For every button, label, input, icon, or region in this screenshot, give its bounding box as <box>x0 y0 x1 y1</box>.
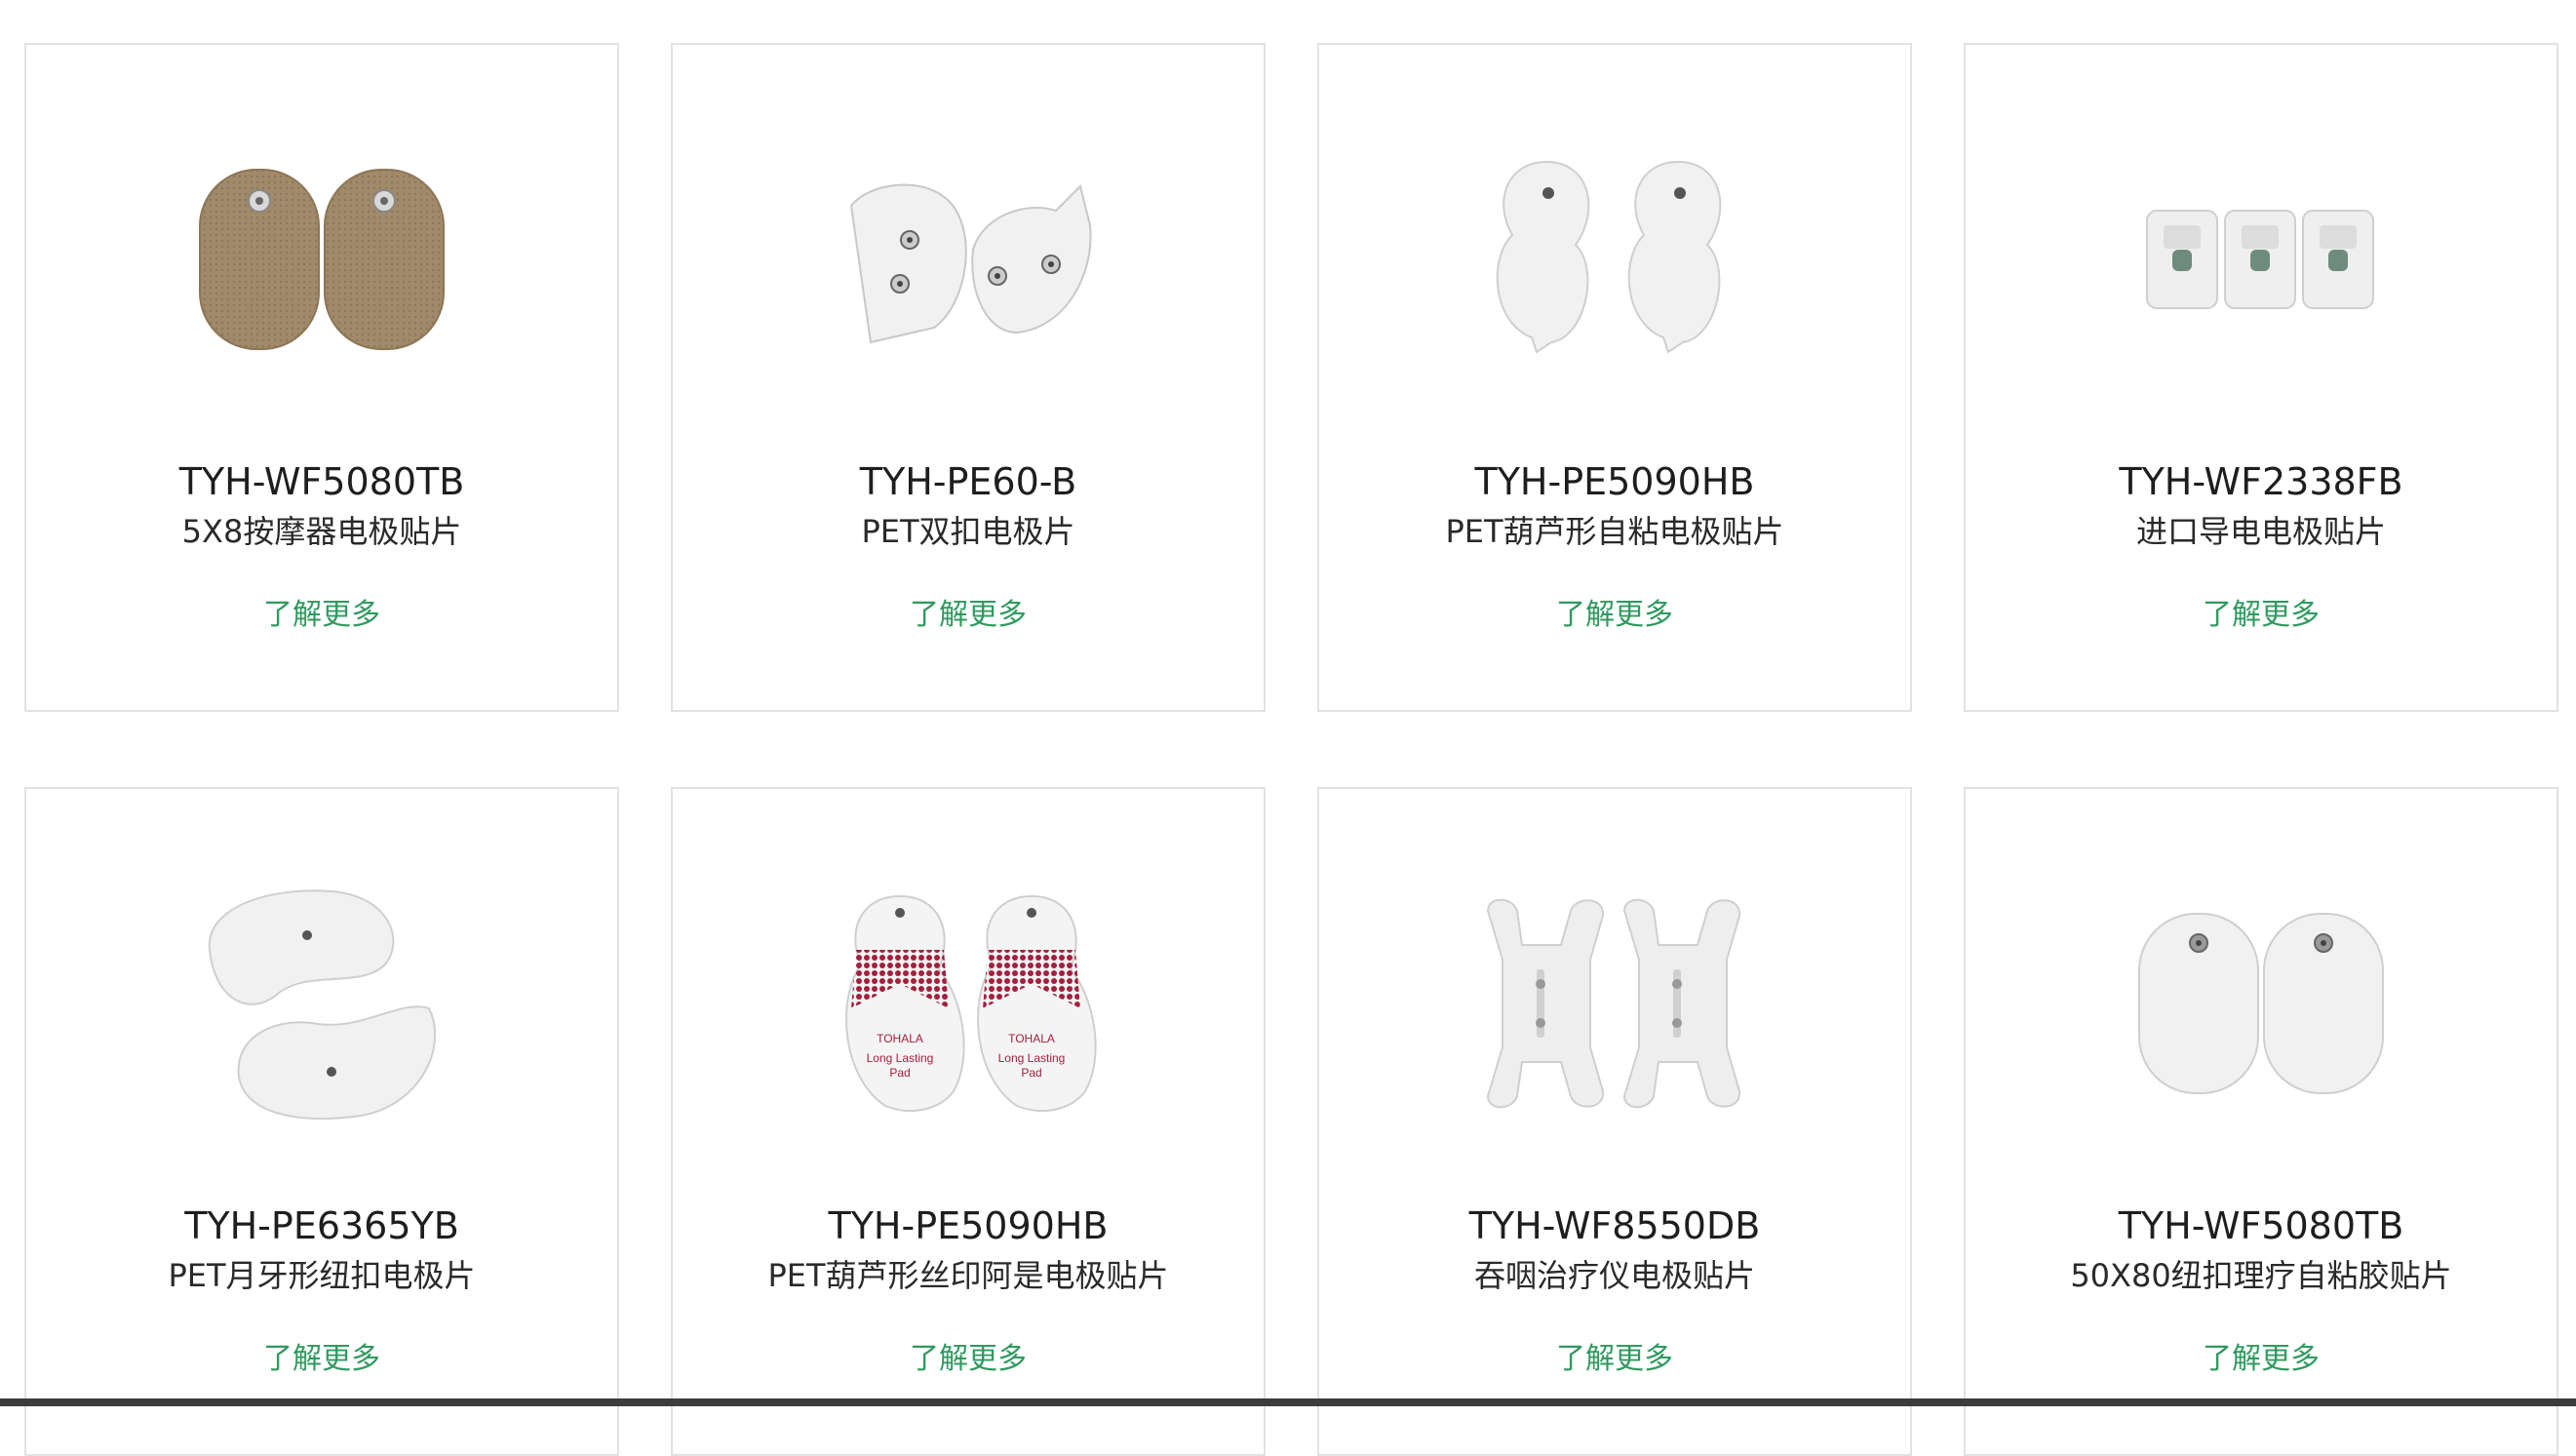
product-description: 进口导电电极贴片 <box>2135 513 2386 550</box>
pad-print-line: Long Lasting <box>998 1051 1066 1065</box>
product-card[interactable]: TYH-PE5090HB PET葫芦形自粘电极贴片 了解更多 <box>1317 43 1912 712</box>
learn-more-link[interactable]: 了解更多 <box>673 1340 1264 1379</box>
product-description: 50X80纽扣理疗自粘胶贴片 <box>2070 1257 2452 1294</box>
pad-print-brand: TOHALA <box>877 1032 923 1045</box>
learn-more-link[interactable]: 了解更多 <box>673 596 1264 635</box>
learn-more-link[interactable]: 了解更多 <box>1319 596 1910 635</box>
learn-more-link[interactable]: 了解更多 <box>1966 596 2556 635</box>
product-description: PET葫芦形自粘电极贴片 <box>1445 513 1784 550</box>
product-image[interactable] <box>26 789 617 1218</box>
bottom-bar <box>0 1398 2576 1406</box>
product-card[interactable]: TYH-WF8550DB 吞咽治疗仪电极贴片 了解更多 <box>1317 787 1912 1456</box>
product-model[interactable]: TYH-PE6365YB <box>26 1203 617 1248</box>
product-card[interactable]: TYH-WF2338FB 进口导电电极贴片 了解更多 <box>1964 43 2558 712</box>
product-model[interactable]: TYH-WF5080TB <box>1966 1203 2556 1248</box>
product-model[interactable]: TYH-PE60-B <box>673 459 1264 504</box>
product-image[interactable] <box>673 45 1264 474</box>
learn-more-link[interactable]: 了解更多 <box>1966 1340 2556 1379</box>
product-image[interactable] <box>1966 45 2556 474</box>
product-card[interactable]: TYH-WF5080TB 50X80纽扣理疗自粘胶贴片 了解更多 <box>1964 787 2558 1456</box>
product-image[interactable]: TOHALA Long Lasting Pad TOHALA Long Last… <box>673 789 1264 1218</box>
pad-print-brand: TOHALA <box>1008 1032 1055 1045</box>
product-image[interactable] <box>26 45 617 474</box>
pad-print-line: Pad <box>889 1066 910 1080</box>
learn-more-link[interactable]: 了解更多 <box>26 596 617 635</box>
product-card[interactable]: TYH-WF5080TB 5X8按摩器电极贴片 了解更多 <box>24 43 619 712</box>
product-card[interactable]: TYH-PE60-B PET双扣电极片 了解更多 <box>671 43 1266 712</box>
pad-print-line: Pad <box>1021 1066 1041 1080</box>
product-image[interactable] <box>1966 789 2556 1218</box>
product-description: 5X8按摩器电极贴片 <box>181 513 462 550</box>
product-description: PET葫芦形丝印阿是电极贴片 <box>767 1257 1169 1294</box>
product-model[interactable]: TYH-WF2338FB <box>1966 459 2556 504</box>
product-model[interactable]: TYH-WF8550DB <box>1319 1203 1910 1248</box>
product-description: PET月牙形纽扣电极片 <box>168 1257 476 1294</box>
product-image[interactable] <box>1319 789 1910 1218</box>
learn-more-link[interactable]: 了解更多 <box>26 1340 617 1379</box>
product-model[interactable]: TYH-PE5090HB <box>673 1203 1264 1248</box>
product-model[interactable]: TYH-WF5080TB <box>26 459 617 504</box>
product-image[interactable] <box>1319 45 1910 474</box>
pad-print-line: Long Lasting <box>867 1051 934 1065</box>
product-description: PET双扣电极片 <box>861 513 1075 550</box>
product-card[interactable]: TYH-PE6365YB PET月牙形纽扣电极片 了解更多 <box>24 787 619 1456</box>
learn-more-link[interactable]: 了解更多 <box>1319 1340 1910 1379</box>
product-description: 吞咽治疗仪电极贴片 <box>1473 1257 1755 1294</box>
product-model[interactable]: TYH-PE5090HB <box>1319 459 1910 504</box>
product-card[interactable]: TOHALA Long Lasting Pad TOHALA Long Last… <box>671 787 1266 1456</box>
